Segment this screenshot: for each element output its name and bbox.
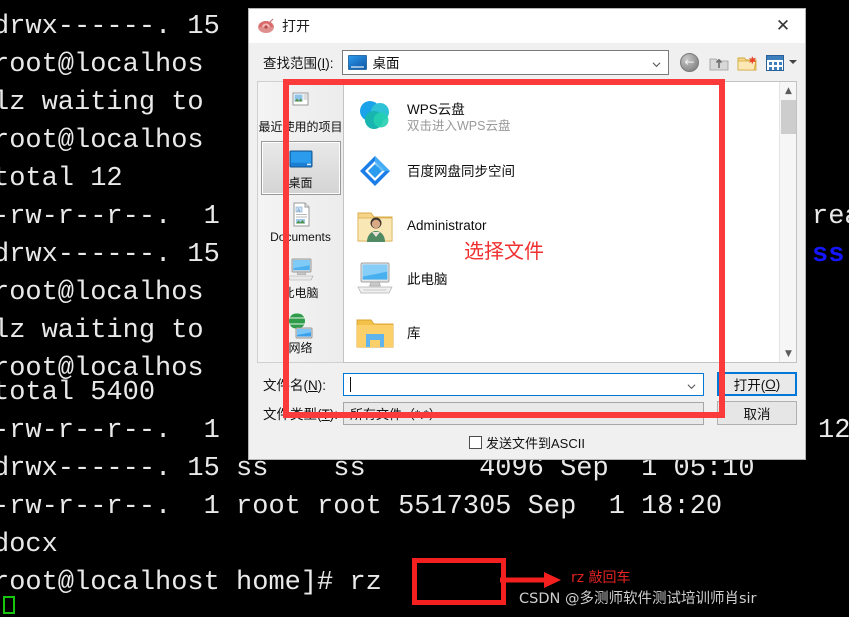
scroll-down-icon[interactable]: ▼ bbox=[780, 345, 796, 362]
back-navigate-icon[interactable]: ← bbox=[678, 51, 701, 74]
wps-cloud-icon bbox=[354, 96, 396, 138]
open-file-dialog: 打开 ✕ 查找范围(I): 桌面 ← 最近使用的项目 桌面 A Document… bbox=[248, 8, 806, 460]
rz-command-highlight bbox=[412, 558, 506, 605]
network-icon bbox=[284, 311, 317, 341]
terminal-line: -rw-r--r--. 1 bbox=[0, 416, 220, 446]
file-name: Administrator bbox=[407, 217, 487, 233]
dialog-toolbar: ← bbox=[678, 51, 797, 74]
new-folder-icon[interactable] bbox=[736, 51, 759, 74]
cancel-button[interactable]: 取消 bbox=[717, 401, 797, 425]
annotation-rz-hint: rz 敲回车 bbox=[571, 570, 631, 586]
file-name: 此电脑 bbox=[407, 271, 448, 287]
chevron-down-icon[interactable] bbox=[789, 60, 797, 64]
terminal-line: -rw-r--r--. 1 bbox=[0, 202, 220, 232]
file-subtitle: 双击进入WPS云盘 bbox=[407, 118, 511, 133]
recent-items-icon bbox=[284, 90, 317, 120]
file-name: 百度网盘同步空间 bbox=[407, 163, 515, 179]
file-list-item[interactable]: Administrator bbox=[354, 198, 796, 252]
file-list-item[interactable]: 此电脑 bbox=[354, 252, 796, 306]
terminal-fragment-ss: ss bbox=[812, 240, 845, 270]
terminal-line: total 12 bbox=[0, 164, 123, 194]
filename-input[interactable] bbox=[343, 372, 704, 396]
place-recent-items[interactable]: 最近使用的项目 bbox=[258, 86, 343, 140]
file-name: 库 bbox=[407, 325, 421, 341]
chevron-down-icon[interactable] bbox=[687, 382, 696, 391]
ascii-option-row: 发送文件到ASCII bbox=[249, 425, 805, 459]
filetype-label: 文件类型(T): bbox=[263, 407, 338, 422]
terminal-line: lz waiting to bbox=[0, 316, 204, 346]
shell-icon bbox=[257, 17, 275, 35]
place-label: Documents bbox=[270, 230, 331, 245]
place-documents[interactable]: A Documents bbox=[261, 196, 341, 250]
place-label: 网络 bbox=[288, 340, 313, 355]
csdn-watermark: CSDN @多测师软件测试培训师肖sir bbox=[519, 591, 757, 607]
terminal-line: drwx------. 15 bbox=[0, 240, 220, 270]
look-in-row: 查找范围(I): 桌面 ← bbox=[249, 43, 805, 81]
dialog-form: 文件名(N): 打开(O) 文件类型(T): 所有文件（*.*） 取消 bbox=[249, 363, 805, 425]
dialog-titlebar[interactable]: 打开 ✕ bbox=[249, 9, 805, 43]
terminal-line: total 5400 bbox=[0, 378, 156, 408]
terminal-line: root@localhos bbox=[0, 50, 204, 80]
text-cursor bbox=[350, 376, 351, 392]
terminal-cursor bbox=[3, 596, 15, 614]
file-name: WPS云盘 bbox=[407, 101, 465, 117]
file-list-item[interactable]: WPS云盘 双击进入WPS云盘 bbox=[354, 90, 796, 144]
terminal-line: lz waiting to bbox=[0, 88, 204, 118]
this-pc-icon bbox=[354, 258, 396, 300]
scrollbar-thumb[interactable] bbox=[781, 100, 796, 134]
terminal-fragment-rea: rea bbox=[812, 202, 849, 232]
up-one-level-icon[interactable] bbox=[707, 51, 730, 74]
this-pc-icon bbox=[284, 256, 317, 286]
places-sidebar: 最近使用的项目 桌面 A Documents 此电脑 网络 bbox=[257, 81, 343, 363]
file-list-item[interactable]: 百度网盘同步空间 bbox=[354, 144, 796, 198]
close-icon[interactable]: ✕ bbox=[761, 9, 805, 42]
file-list-item[interactable]: 库 bbox=[354, 306, 796, 360]
terminal-line: docx bbox=[0, 530, 58, 560]
chevron-down-icon[interactable] bbox=[687, 411, 696, 420]
dialog-title: 打开 bbox=[282, 18, 310, 34]
look-in-value: 桌面 bbox=[372, 56, 400, 71]
filename-label: 文件名(N): bbox=[263, 378, 326, 393]
terminal-line: drwx------. 15 bbox=[0, 12, 220, 42]
ascii-checkbox[interactable] bbox=[469, 435, 483, 449]
desktop-icon bbox=[284, 146, 317, 176]
terminal-prompt-line: root@localhost home]# rz bbox=[0, 568, 382, 598]
dialog-body: 最近使用的项目 桌面 A Documents 此电脑 网络 WPS云盘 双击进入… bbox=[249, 81, 805, 363]
scroll-up-icon[interactable]: ▲ bbox=[780, 82, 796, 99]
place-label: 此电脑 bbox=[282, 285, 319, 300]
ascii-checkbox-label: 发送文件到ASCII bbox=[486, 435, 585, 451]
filetype-select[interactable]: 所有文件（*.*） bbox=[343, 401, 704, 425]
place-label: 最近使用的项目 bbox=[258, 120, 343, 134]
view-menu-icon[interactable] bbox=[765, 51, 785, 74]
filetype-value: 所有文件（*.*） bbox=[350, 406, 442, 422]
place-this-pc[interactable]: 此电脑 bbox=[261, 252, 341, 306]
library-folder-icon bbox=[354, 312, 396, 354]
chevron-down-icon[interactable] bbox=[652, 60, 661, 69]
annotation-select-file: 选择文件 bbox=[464, 239, 544, 263]
file-list[interactable]: WPS云盘 双击进入WPS云盘 百度网盘同步空间 Administrator 此… bbox=[343, 81, 797, 363]
place-desktop[interactable]: 桌面 bbox=[260, 141, 341, 196]
baidu-netdisk-icon bbox=[354, 150, 396, 192]
place-network[interactable]: 网络 bbox=[261, 307, 341, 361]
open-button[interactable]: 打开(O) bbox=[717, 372, 797, 396]
desktop-monitor-icon bbox=[347, 54, 367, 70]
file-list-scrollbar[interactable]: ▲ ▼ bbox=[779, 82, 796, 362]
filetype-row: 文件类型(T): 所有文件（*.*） 取消 bbox=[257, 401, 797, 425]
filename-row: 文件名(N): 打开(O) bbox=[257, 372, 797, 396]
terminal-line: root@localhos bbox=[0, 126, 204, 156]
terminal-fragment-12: 12 bbox=[818, 416, 849, 446]
documents-icon: A bbox=[284, 200, 317, 230]
terminal-line: root@localhos bbox=[0, 278, 204, 308]
place-label: 桌面 bbox=[288, 176, 313, 191]
look-in-label: 查找范围(I): bbox=[263, 56, 334, 71]
terminal-line: -rw-r--r--. 1 root root 5517305 Sep 1 18… bbox=[0, 492, 723, 522]
user-folder-icon bbox=[354, 204, 396, 246]
look-in-combobox[interactable]: 桌面 bbox=[341, 49, 669, 75]
